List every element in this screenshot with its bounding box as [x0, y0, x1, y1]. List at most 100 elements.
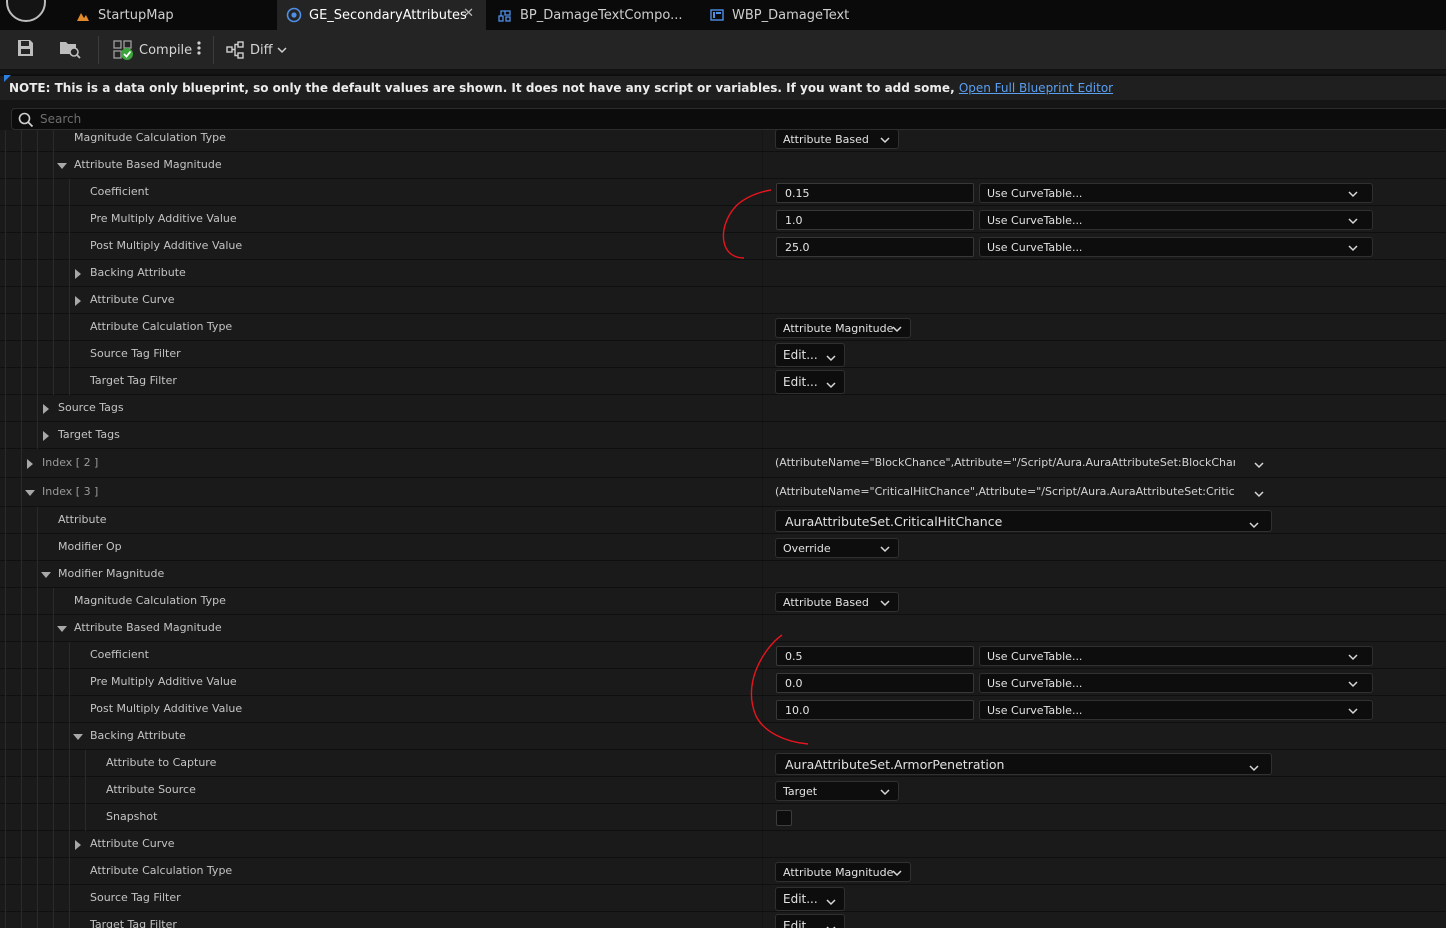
dropdown-value: Attribute Based — [783, 595, 869, 609]
enum-dropdown[interactable]: Attribute Magnitude — [775, 862, 911, 882]
indent-guide — [37, 179, 38, 206]
compile-options-button[interactable] — [194, 38, 204, 62]
snapshot-checkbox[interactable] — [776, 810, 792, 826]
indent-guide — [5, 642, 6, 669]
unreal-logo-icon[interactable] — [6, 0, 46, 22]
property-row: Pre Multiply Additive Value 0.0 Use CurveT… — [0, 669, 1446, 696]
chevron-down-icon — [892, 323, 902, 336]
collapsed-arrow-icon[interactable] — [71, 260, 85, 287]
expanded-arrow-icon[interactable] — [23, 478, 37, 507]
search-input[interactable] — [40, 110, 1440, 128]
save-button[interactable] — [14, 38, 36, 62]
curve-table-dropdown[interactable]: Use CurveTable... — [979, 673, 1373, 693]
tab-wbp-damagetext[interactable]: WBP_DamageText — [700, 0, 910, 30]
compile-success-icon — [112, 39, 134, 61]
indent-guide — [37, 507, 38, 534]
property-value-cell: 0.0 Use CurveTable... — [763, 669, 1446, 695]
scalable-float-input[interactable]: 25.0 — [776, 237, 974, 257]
tab-ge-secondaryattributes[interactable]: GE_SecondaryAttributes ✕ — [277, 0, 486, 30]
diff-button[interactable]: Diff — [226, 38, 287, 62]
edit-tag-filter-dropdown[interactable]: Edit... — [775, 914, 845, 928]
float-value: 1.0 — [785, 213, 803, 227]
tab-bp-damagetextcomponent[interactable]: BP_DamageTextCompo... — [488, 0, 698, 30]
property-name-cell: Coefficient — [0, 179, 762, 206]
details-search-box[interactable] — [11, 108, 1446, 130]
indent-guide — [37, 858, 38, 885]
indent-guide — [21, 750, 22, 777]
enum-dropdown[interactable]: Attribute Based — [775, 592, 899, 612]
collapsed-arrow-icon[interactable] — [71, 831, 85, 858]
dropdown-value: AuraAttributeSet.ArmorPenetration — [785, 756, 1005, 772]
indent-guide — [69, 314, 70, 341]
enum-dropdown[interactable]: Target — [775, 781, 899, 801]
collapsed-arrow-icon[interactable] — [39, 395, 53, 422]
compile-label: Compile — [139, 42, 193, 58]
chevron-down-icon — [1348, 215, 1358, 228]
enum-dropdown[interactable]: Override — [775, 538, 899, 558]
expanded-arrow-icon[interactable] — [55, 152, 69, 179]
property-name-cell: Attribute Calculation Type — [0, 314, 762, 341]
edit-tag-filter-dropdown[interactable]: Edit... — [775, 370, 845, 394]
indent-guide — [69, 341, 70, 368]
indent-guide — [69, 260, 70, 287]
expanded-arrow-icon[interactable] — [39, 561, 53, 588]
property-value-cell: Attribute Based — [763, 130, 1446, 151]
attribute-picker-dropdown[interactable]: AuraAttributeSet.ArmorPenetration — [775, 753, 1272, 775]
property-name-cell: Backing Attribute — [0, 723, 762, 750]
property-value-cell: AuraAttributeSet.CriticalHitChance — [763, 507, 1446, 533]
indent-guide — [5, 341, 6, 368]
indent-guide — [37, 588, 38, 615]
chevron-down-icon[interactable] — [1254, 488, 1264, 501]
close-tab-icon[interactable]: ✕ — [463, 6, 474, 21]
dropdown-value: Target — [783, 784, 818, 798]
dropdown-value: Use CurveTable... — [987, 703, 1083, 717]
indent-guide — [37, 561, 38, 588]
indent-guide — [85, 750, 86, 777]
chevron-down-icon — [1348, 242, 1358, 255]
curve-table-dropdown[interactable]: Use CurveTable... — [979, 646, 1373, 666]
property-label: Target Tags — [58, 428, 120, 441]
curve-table-dropdown[interactable]: Use CurveTable... — [979, 183, 1373, 203]
indent-guide — [53, 314, 54, 341]
indent-guide — [21, 885, 22, 912]
indent-guide — [21, 615, 22, 642]
property-value-cell: (AttributeName="CriticalHitChance",Attri… — [763, 478, 1446, 506]
compile-button[interactable]: Compile — [112, 38, 192, 62]
collapsed-arrow-icon[interactable] — [39, 422, 53, 449]
curve-table-dropdown[interactable]: Use CurveTable... — [979, 700, 1373, 720]
curve-table-dropdown[interactable]: Use CurveTable... — [979, 210, 1373, 230]
enum-dropdown[interactable]: Attribute Based — [775, 130, 899, 149]
property-row: Magnitude Calculation Type Attribute Base… — [0, 588, 1446, 615]
edit-tag-filter-dropdown[interactable]: Edit... — [775, 343, 845, 367]
collapsed-arrow-icon[interactable] — [71, 287, 85, 314]
blueprint-icon — [285, 6, 303, 24]
scalable-float-input[interactable]: 10.0 — [776, 700, 974, 720]
property-value-cell: Attribute Based — [763, 588, 1446, 614]
scalable-float-input[interactable]: 1.0 — [776, 210, 974, 230]
details-panel: Magnitude Calculation Type Attribute Base… — [0, 130, 1446, 928]
scalable-float-input[interactable]: 0.15 — [776, 183, 974, 203]
property-row: Magnitude Calculation Type Attribute Base… — [0, 130, 1446, 152]
indent-guide — [37, 314, 38, 341]
tab-label: GE_SecondaryAttributes — [309, 7, 467, 23]
attribute-picker-dropdown[interactable]: AuraAttributeSet.CriticalHitChance — [775, 510, 1272, 532]
indent-guide — [53, 260, 54, 287]
struct-value-text: (AttributeName="CriticalHitChance",Attri… — [775, 485, 1235, 498]
open-full-blueprint-editor-link[interactable]: Open Full Blueprint Editor — [959, 81, 1113, 95]
browse-button[interactable] — [58, 38, 82, 62]
expanded-arrow-icon[interactable] — [71, 723, 85, 750]
indent-guide — [5, 206, 6, 233]
expanded-arrow-icon[interactable] — [55, 615, 69, 642]
curve-table-dropdown[interactable]: Use CurveTable... — [979, 237, 1373, 257]
enum-dropdown[interactable]: Attribute Magnitude — [775, 318, 911, 338]
chevron-down-icon[interactable] — [1254, 459, 1264, 472]
property-label: Source Tags — [58, 401, 124, 414]
scalable-float-input[interactable]: 0.5 — [776, 646, 974, 666]
scalable-float-input[interactable]: 0.0 — [776, 673, 974, 693]
edit-tag-filter-dropdown[interactable]: Edit... — [775, 887, 845, 911]
tab-startupmap[interactable]: StartupMap — [60, 0, 276, 30]
property-name-cell: Attribute — [0, 507, 762, 534]
collapsed-arrow-icon[interactable] — [23, 449, 37, 478]
indent-guide — [37, 287, 38, 314]
indent-guide — [53, 858, 54, 885]
